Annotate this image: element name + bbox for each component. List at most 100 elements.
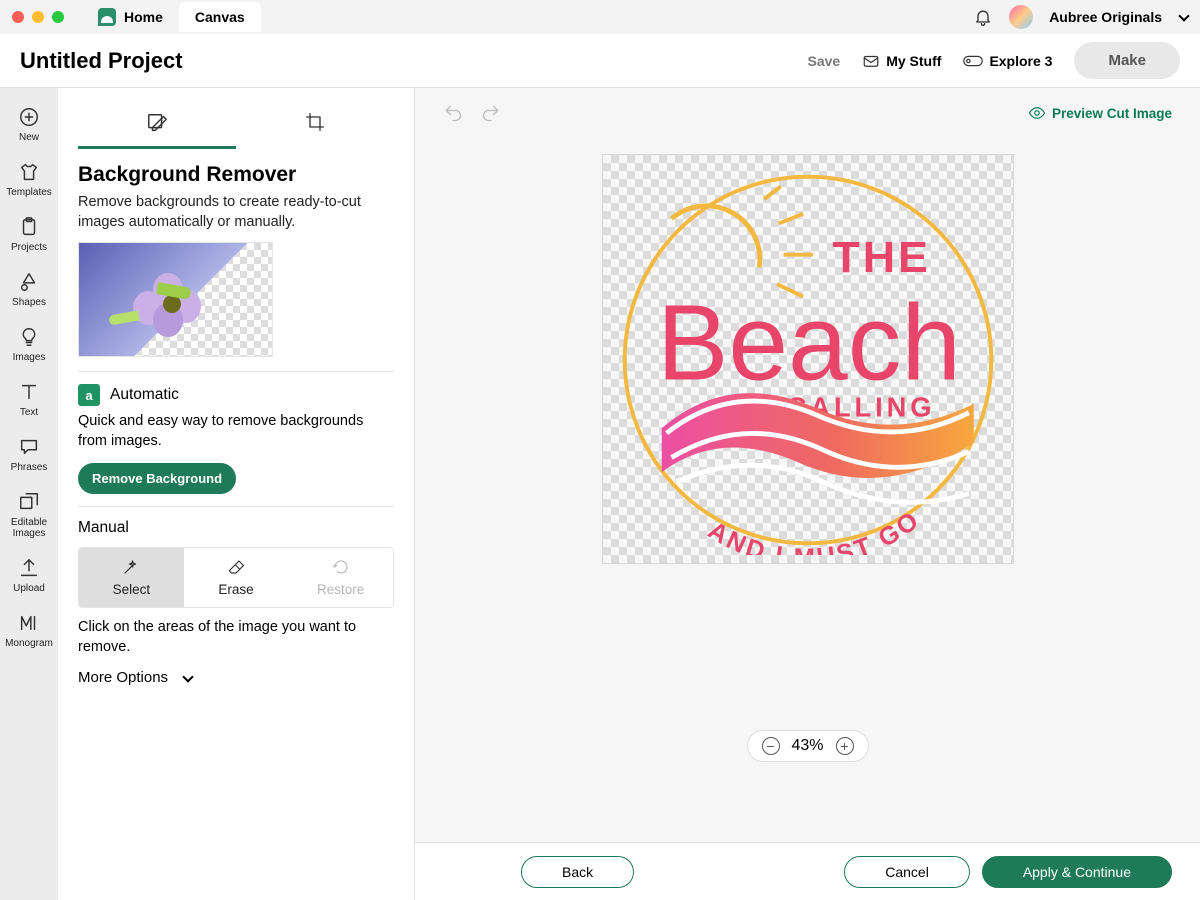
artboard[interactable]: THE Beach IS CALLING AND I MUST GO — [602, 154, 1014, 564]
chevron-down-icon — [182, 671, 193, 682]
tab-home[interactable]: Home — [82, 2, 179, 32]
tab-canvas-label: Canvas — [195, 9, 245, 25]
my-stuff-link[interactable]: My Stuff — [862, 52, 941, 70]
tab-home-label: Home — [124, 9, 163, 25]
home-logo-icon — [98, 8, 116, 26]
manual-instruction: Click on the areas of the image you want… — [78, 618, 394, 657]
panel-lead: Remove backgrounds to create ready-to-cu… — [78, 193, 394, 232]
footer-bar: Back Cancel Apply & Continue — [415, 842, 1200, 900]
rail-label: Projects — [11, 242, 47, 253]
zoom-control: − 43% + — [746, 730, 868, 762]
side-panel: Background Remover Remove backgrounds to… — [58, 88, 415, 900]
tshirt-icon — [18, 161, 40, 183]
minimize-window-icon[interactable] — [32, 11, 44, 23]
restore-icon — [332, 558, 350, 576]
user-avatar[interactable] — [1009, 5, 1033, 29]
monogram-icon — [18, 612, 40, 634]
apply-continue-button[interactable]: Apply & Continue — [982, 856, 1172, 888]
example-image — [78, 242, 273, 357]
rail-projects[interactable]: Projects — [0, 208, 58, 261]
manual-erase-label: Erase — [218, 582, 253, 597]
zoom-in-icon[interactable]: + — [836, 737, 854, 755]
rail-label: Monogram — [5, 638, 53, 649]
explore-link[interactable]: Explore 3 — [963, 52, 1052, 70]
panel-tab-crop[interactable] — [236, 102, 394, 149]
divider — [78, 506, 394, 507]
svg-text:THE: THE — [832, 231, 930, 282]
text-icon — [18, 381, 40, 403]
speech-bubble-icon — [18, 436, 40, 458]
rail-label: Phrases — [11, 462, 48, 473]
rail-editable-images[interactable]: Editable Images — [0, 483, 58, 547]
divider — [78, 371, 394, 372]
rail-label: New — [19, 132, 39, 143]
edit-image-icon — [18, 491, 40, 513]
close-window-icon[interactable] — [12, 11, 24, 23]
rail-images[interactable]: Images — [0, 318, 58, 371]
rail-text[interactable]: Text — [0, 373, 58, 426]
my-stuff-label: My Stuff — [886, 53, 941, 69]
lightbulb-icon — [18, 326, 40, 348]
automatic-icon: a — [78, 384, 100, 406]
automatic-label: Automatic — [110, 386, 179, 404]
fullscreen-window-icon[interactable] — [52, 11, 64, 23]
manual-select-button[interactable]: Select — [79, 548, 184, 607]
wand-icon — [122, 558, 140, 576]
username-label: Aubree Originals — [1049, 9, 1162, 25]
back-button[interactable]: Back — [521, 856, 634, 888]
save-link[interactable]: Save — [808, 53, 841, 69]
clipboard-icon — [18, 216, 40, 238]
manual-erase-button[interactable]: Erase — [184, 548, 289, 607]
panel-tab-bg-remover[interactable] — [78, 102, 236, 149]
panel-title: Background Remover — [78, 163, 394, 187]
rail-label: Templates — [6, 187, 52, 198]
bg-remover-icon — [146, 112, 168, 134]
svg-text:Beach: Beach — [656, 283, 960, 403]
undo-icon[interactable] — [443, 103, 463, 123]
manual-select-label: Select — [113, 582, 151, 597]
rail-label: Shapes — [12, 297, 46, 308]
eraser-icon — [227, 558, 245, 576]
rail-upload[interactable]: Upload — [0, 549, 58, 602]
zoom-out-icon[interactable]: − — [761, 737, 779, 755]
rail-new[interactable]: New — [0, 98, 58, 151]
rail-templates[interactable]: Templates — [0, 153, 58, 206]
manual-label: Manual — [78, 519, 394, 537]
rail-phrases[interactable]: Phrases — [0, 428, 58, 481]
preview-cut-image-link[interactable]: Preview Cut Image — [1028, 104, 1172, 122]
canvas-area: Preview Cut Image THE Beach — [415, 88, 1200, 900]
more-options-label: More Options — [78, 669, 168, 686]
explore-label: Explore 3 — [989, 53, 1052, 69]
tab-canvas[interactable]: Canvas — [179, 2, 261, 32]
notifications-bell-icon[interactable] — [973, 7, 993, 27]
window-controls — [12, 11, 64, 23]
project-title[interactable]: Untitled Project — [20, 48, 183, 74]
rail-label: Upload — [13, 583, 45, 594]
user-menu-chevron-icon[interactable] — [1178, 10, 1189, 21]
rail-label: Text — [20, 407, 38, 418]
plus-circle-icon — [18, 106, 40, 128]
automatic-desc: Quick and easy way to remove backgrounds… — [78, 412, 394, 451]
eye-icon — [1028, 104, 1046, 122]
more-options-toggle[interactable]: More Options — [78, 669, 394, 686]
cancel-button[interactable]: Cancel — [844, 856, 970, 888]
manual-restore-label: Restore — [317, 582, 364, 597]
machine-icon — [963, 52, 983, 70]
rail-label: Images — [13, 352, 46, 363]
shapes-icon — [18, 271, 40, 293]
header-bar: Untitled Project Save My Stuff Explore 3… — [0, 34, 1200, 88]
rail-label: Editable Images — [0, 517, 58, 539]
rail-shapes[interactable]: Shapes — [0, 263, 58, 316]
top-tabs: Home Canvas — [82, 2, 261, 32]
preview-label: Preview Cut Image — [1052, 106, 1172, 121]
zoom-level: 43% — [791, 737, 823, 755]
manual-segment: Select Erase Restore — [78, 547, 394, 608]
make-button[interactable]: Make — [1074, 42, 1180, 79]
remove-background-button[interactable]: Remove Background — [78, 463, 236, 494]
left-rail: New Templates Projects Shapes Images Tex… — [0, 88, 58, 900]
upload-icon — [18, 557, 40, 579]
rail-monogram[interactable]: Monogram — [0, 604, 58, 657]
redo-icon[interactable] — [481, 103, 501, 123]
crop-icon — [305, 112, 325, 132]
window-titlebar: Home Canvas Aubree Originals — [0, 0, 1200, 34]
